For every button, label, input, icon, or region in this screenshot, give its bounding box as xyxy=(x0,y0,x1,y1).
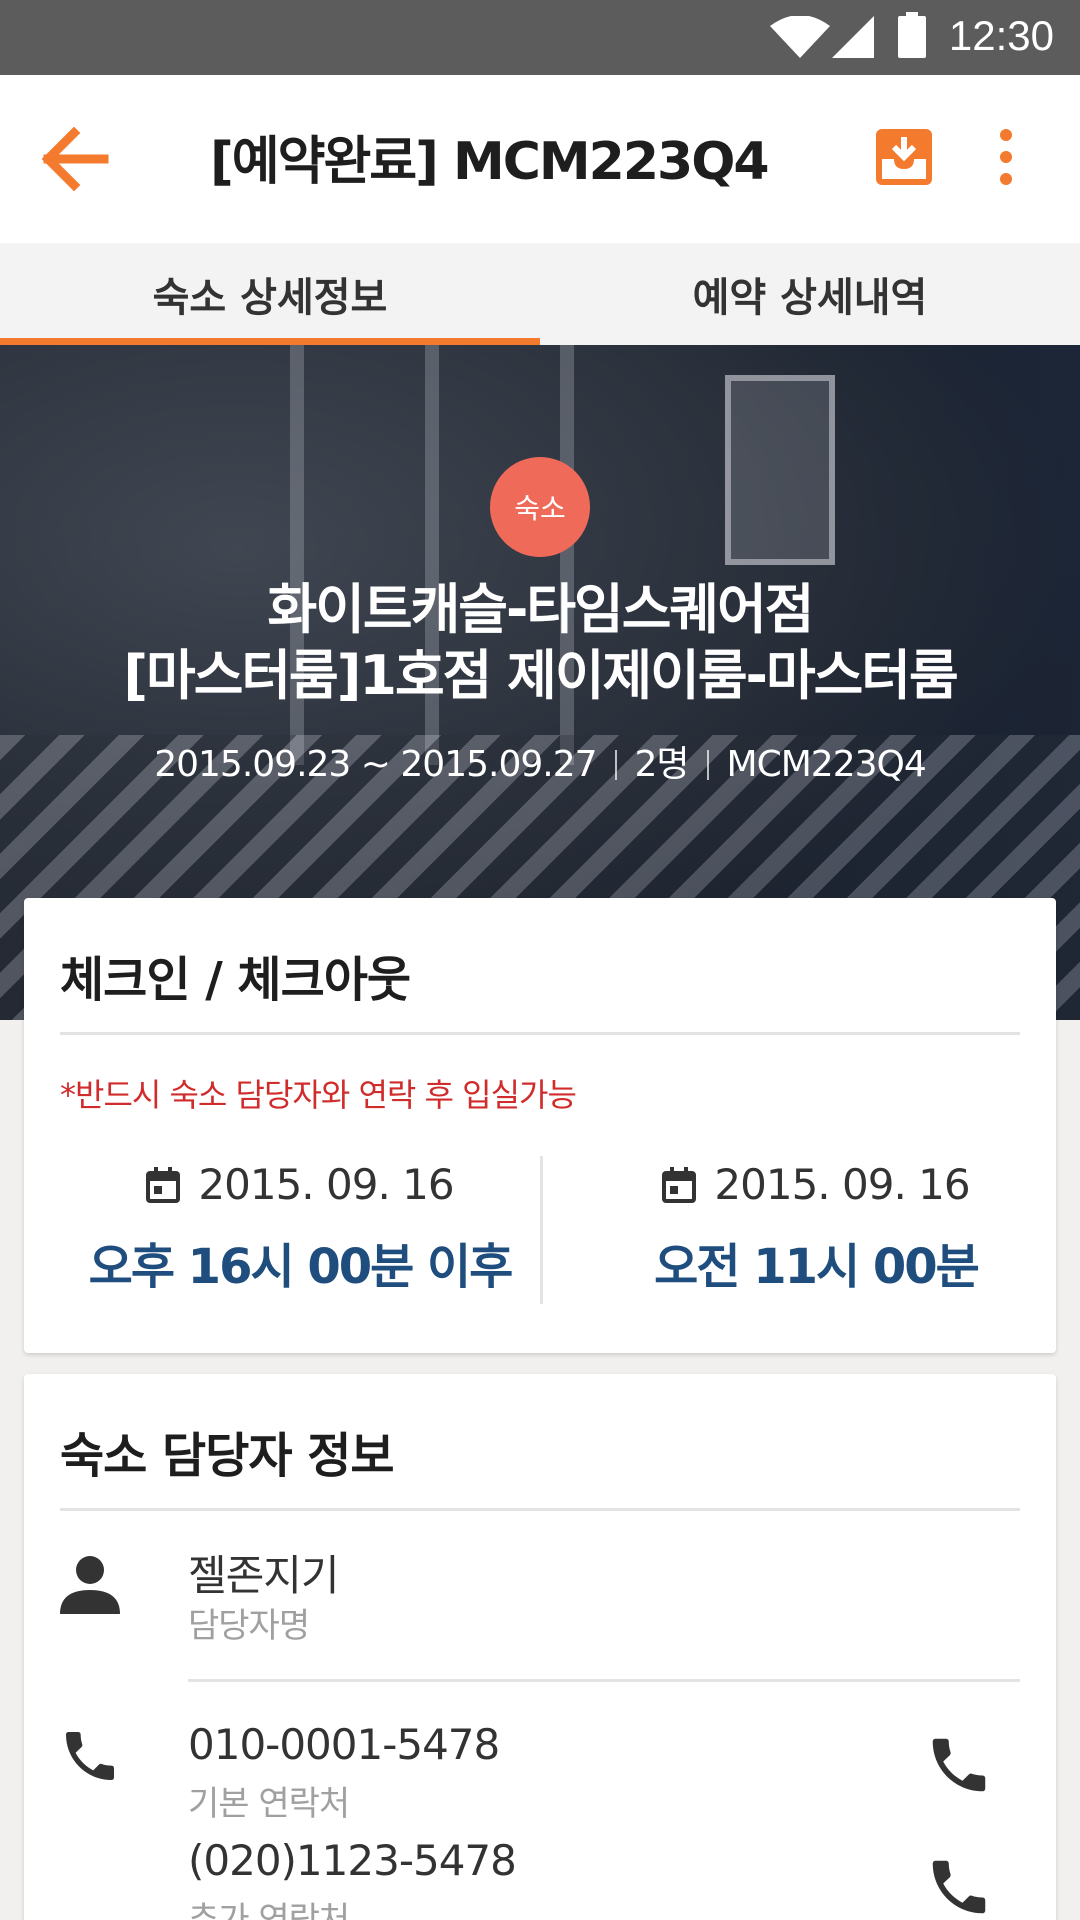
manager-name: 젤존지기 xyxy=(188,1551,340,1600)
wifi-icon xyxy=(770,16,830,58)
phone-icon xyxy=(66,1732,114,1780)
app-bar: [예약완료] MCM223Q4 xyxy=(0,75,1080,243)
calendar-icon xyxy=(146,1166,181,1203)
call-primary-button[interactable] xyxy=(924,1730,994,1800)
checkin-checkout-card: 체크인 / 체크아웃 *반드시 숙소 담당자와 연락 후 입실가능 2015. … xyxy=(24,898,1056,1353)
property-name: 화이트캐슬-타임스퀘어점 [마스터룸]1호점 제이제이룸-마스터룸 xyxy=(0,577,1080,709)
separator xyxy=(614,750,617,780)
property-name-line2: [마스터룸]1호점 제이제이룸-마스터룸 xyxy=(123,644,958,707)
phone-primary-label: 기본 연락처 xyxy=(188,1784,350,1824)
tab-stay-details[interactable]: 숙소 상세정보 xyxy=(0,243,540,345)
divider xyxy=(188,1679,1020,1682)
hero-bg-detail xyxy=(725,375,835,565)
checkout-date-row: 2015. 09. 16 xyxy=(576,1160,1056,1209)
property-name-line1: 화이트캐슬-타임스퀘어점 xyxy=(267,578,815,641)
checkin-notice: *반드시 숙소 담당자와 연락 후 입실가능 xyxy=(60,1076,577,1114)
checkin-date: 2015. 09. 16 xyxy=(198,1160,454,1209)
card-title: 숙소 담당자 정보 xyxy=(60,1428,395,1484)
stay-dates: 2015.09.23 ~ 2015.09.27 xyxy=(154,744,597,785)
status-bar: 12:30 xyxy=(0,0,1080,75)
tab-bar: 숙소 상세정보 예약 상세내역 xyxy=(0,243,1080,345)
divider xyxy=(60,1032,1020,1035)
checkin-info: 2015. 09. 16 오후 16시 00분 이후 xyxy=(60,1160,540,1297)
call-secondary-button[interactable] xyxy=(924,1852,994,1920)
more-vert-icon[interactable] xyxy=(986,125,1026,189)
manager-name-label: 담당자명 xyxy=(188,1606,310,1646)
checkin-time: 오후 16시 00분 이후 xyxy=(88,1239,514,1295)
booking-code: MCM223Q4 xyxy=(726,744,927,785)
card-title: 체크인 / 체크아웃 xyxy=(60,952,411,1008)
checkin-date-row: 2015. 09. 16 xyxy=(60,1160,540,1209)
guest-count: 2명 xyxy=(634,744,690,785)
tab-booking-details[interactable]: 예약 상세내역 xyxy=(540,243,1080,345)
download-icon[interactable] xyxy=(876,129,932,185)
clock: 12:30 xyxy=(948,12,1054,59)
signal-icon xyxy=(832,16,874,58)
checkout-date: 2015. 09. 16 xyxy=(714,1160,970,1209)
divider xyxy=(60,1508,1020,1511)
category-badge: 숙소 xyxy=(490,457,590,557)
manager-info-card: 숙소 담당자 정보 젤존지기 담당자명 010-0001-5478 기본 연락처… xyxy=(24,1374,1056,1920)
page-title: [예약완료] MCM223Q4 xyxy=(210,132,770,192)
booking-summary: 2015.09.23 ~ 2015.09.27 2명 MCM223Q4 xyxy=(0,735,1080,787)
checkout-time: 오전 11시 00분 xyxy=(654,1239,980,1295)
phone-primary: 010-0001-5478 xyxy=(188,1720,500,1769)
calendar-icon xyxy=(662,1166,697,1203)
battery-icon xyxy=(898,12,926,58)
phone-secondary-label: 추가 연락처 xyxy=(188,1900,350,1920)
phone-secondary: (020)1123-5478 xyxy=(188,1836,517,1885)
column-divider xyxy=(540,1156,543,1304)
checkout-info: 2015. 09. 16 오전 11시 00분 xyxy=(576,1160,1056,1297)
person-icon xyxy=(60,1556,120,1614)
arrow-back-icon[interactable] xyxy=(40,127,110,191)
separator xyxy=(706,750,709,780)
